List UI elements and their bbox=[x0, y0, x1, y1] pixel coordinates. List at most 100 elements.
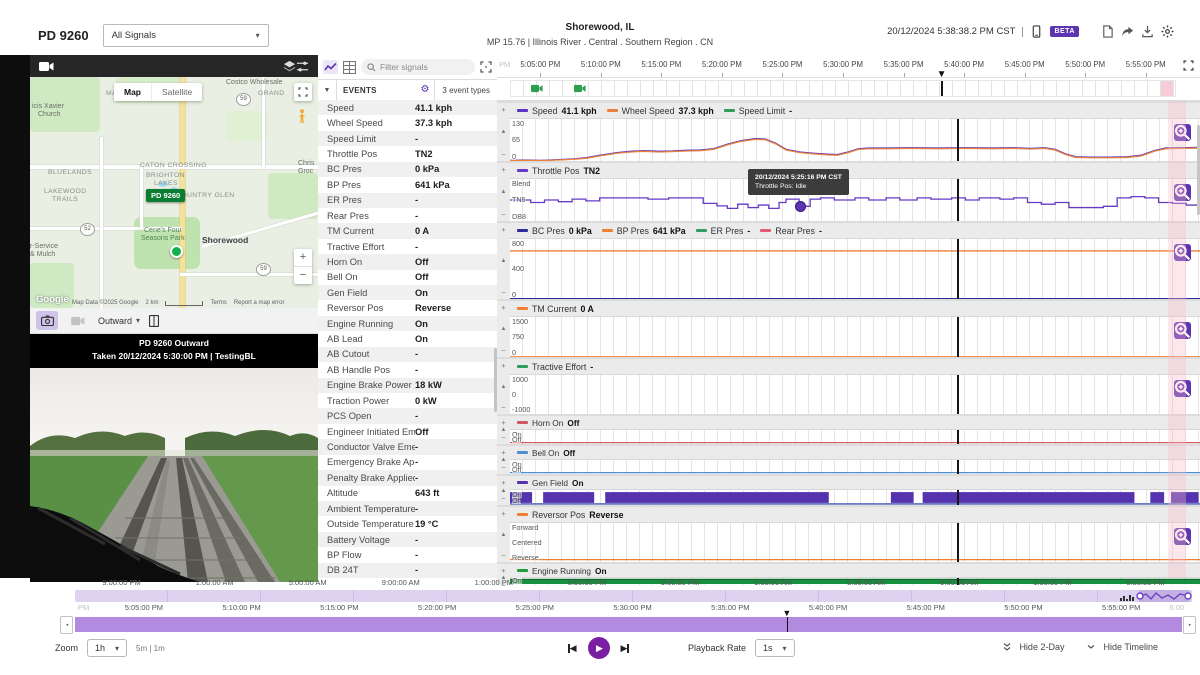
legend-entry[interactable]: Rear Pres - bbox=[760, 226, 822, 236]
hide-2day-button[interactable]: Hide 2-Day bbox=[1019, 642, 1064, 652]
chart-plot-bell[interactable]: On Off bbox=[510, 459, 1200, 474]
chart-plot-tractive-effort[interactable]: 1000 0 -1000 bbox=[510, 374, 1200, 414]
signal-row[interactable]: Engineer Initiated Em... Off bbox=[318, 424, 497, 439]
playhead-line[interactable] bbox=[957, 317, 959, 357]
signal-row[interactable]: Speed Limit - bbox=[318, 130, 497, 147]
camera-event-icon[interactable] bbox=[574, 84, 586, 93]
table-tab[interactable] bbox=[343, 60, 356, 74]
signal-row[interactable]: PCS Open - bbox=[318, 408, 497, 424]
camera-view-select[interactable]: Outward ▾ bbox=[98, 316, 140, 326]
legend-entry[interactable]: Speed 41.1 kph bbox=[517, 106, 597, 116]
expand-chart-icon[interactable]: + bbox=[501, 418, 505, 427]
playhead-line[interactable] bbox=[957, 523, 959, 562]
search-input[interactable]: Filter signals bbox=[361, 59, 475, 75]
layers-icon[interactable] bbox=[283, 60, 296, 73]
timeline-scroll-right-button[interactable]: ▶ bbox=[1183, 616, 1196, 634]
map-tab[interactable]: Map bbox=[114, 83, 151, 101]
collapse-chart-icon[interactable]: − bbox=[501, 463, 505, 472]
map-report-link[interactable]: Report a map error bbox=[234, 300, 285, 306]
playhead-line[interactable] bbox=[957, 490, 959, 505]
map-canvas[interactable]: Costco WholesaleMATTAIRGRANDicis XavierC… bbox=[30, 77, 318, 308]
device-icon[interactable] bbox=[1030, 25, 1043, 38]
one-hour-timeline[interactable]: ▼ bbox=[75, 609, 1182, 632]
report-icon[interactable] bbox=[1101, 25, 1114, 38]
signal-row[interactable]: TM Current 0 A bbox=[318, 223, 497, 239]
legend-entry[interactable]: Reversor Pos Reverse bbox=[517, 510, 624, 520]
signal-row[interactable]: DB 24T - bbox=[318, 562, 497, 579]
collapse-chart-icon[interactable]: − bbox=[501, 150, 505, 159]
time-axis[interactable]: PM 5:05:00 PM 5:10:00 PM 5:15:00 PM 5:20:00… bbox=[497, 55, 1200, 80]
timeline-scroll-left-button[interactable]: ◀ bbox=[60, 616, 73, 634]
pan-up-icon[interactable]: ▲ bbox=[501, 488, 507, 494]
expand-chart-icon[interactable]: + bbox=[501, 303, 505, 312]
collapse-chart-icon[interactable]: − bbox=[501, 346, 505, 355]
playhead-line[interactable] bbox=[957, 239, 959, 299]
chart-plot-reversor[interactable]: Forward Centered Reverse bbox=[510, 522, 1200, 562]
expand-chart-icon[interactable]: + bbox=[501, 478, 505, 487]
collapse-chart-icon[interactable]: − bbox=[501, 494, 505, 503]
legend-entry[interactable]: Speed Limit - bbox=[723, 106, 792, 116]
signal-row[interactable]: Engine Brake Power 18 kW bbox=[318, 377, 497, 394]
expand-chart-icon[interactable]: + bbox=[501, 165, 505, 174]
skip-next-button[interactable]: ▶ bbox=[621, 643, 630, 653]
signal-row[interactable]: Altitude 643 ft bbox=[318, 486, 497, 501]
signal-row[interactable]: Engine Running On bbox=[318, 315, 497, 332]
events-gear-icon[interactable]: ⚙ bbox=[420, 85, 429, 95]
signal-filter-select[interactable]: All Signals ▾ bbox=[102, 24, 269, 47]
charts-fullscreen-button[interactable] bbox=[1182, 59, 1195, 72]
playhead-line[interactable] bbox=[957, 119, 959, 161]
expand-chart-icon[interactable]: + bbox=[501, 105, 505, 114]
expand-chart-icon[interactable]: + bbox=[501, 361, 505, 370]
playhead-line[interactable] bbox=[957, 460, 959, 474]
legend-entry[interactable]: TM Current 0 A bbox=[517, 304, 594, 314]
event-strip[interactable] bbox=[497, 78, 1200, 100]
chart-zoom-icon[interactable] bbox=[1174, 124, 1191, 141]
zoom-in-button[interactable]: + bbox=[294, 249, 312, 266]
chart-zoom-icon[interactable] bbox=[1174, 322, 1191, 339]
chart-zoom-icon[interactable] bbox=[1174, 380, 1191, 397]
playhead-line[interactable] bbox=[957, 430, 959, 444]
skip-previous-button[interactable]: ◀ bbox=[568, 643, 577, 653]
chart-plot-gen-field[interactable]: On Off bbox=[510, 489, 1200, 505]
signal-row[interactable]: Traction Power 0 kW bbox=[318, 393, 497, 408]
zoom-presets[interactable]: 5m | 1m bbox=[136, 644, 165, 653]
pan-up-icon[interactable]: ▲ bbox=[501, 532, 507, 538]
expand-chart-icon[interactable]: + bbox=[501, 509, 505, 518]
chart-zoom-icon[interactable] bbox=[1174, 184, 1191, 201]
signal-row[interactable]: Outside Temperature 19 °C bbox=[318, 516, 497, 531]
signal-row[interactable]: Bell On Off bbox=[318, 270, 497, 285]
train-marker[interactable]: PD 9260 bbox=[146, 189, 186, 202]
playhead-line[interactable] bbox=[957, 375, 959, 414]
zoom-out-button[interactable]: − bbox=[294, 267, 312, 284]
signal-row[interactable]: Penalty Brake Applied - bbox=[318, 470, 497, 486]
chart-zoom-icon[interactable] bbox=[1174, 528, 1191, 545]
two-day-timeline[interactable] bbox=[75, 590, 1192, 602]
pan-up-icon[interactable]: ▲ bbox=[501, 384, 507, 390]
signal-row[interactable]: Throttle Pos TN2 bbox=[318, 146, 497, 161]
photo-camera-button[interactable] bbox=[36, 311, 58, 330]
signal-row[interactable]: AB Cutout - bbox=[318, 346, 497, 363]
signal-row[interactable]: Emergency Brake App...- bbox=[318, 455, 497, 470]
collapse-chart-icon[interactable]: − bbox=[501, 551, 505, 560]
legend-entry[interactable]: Bell On Off bbox=[517, 448, 575, 458]
signal-row[interactable]: BP Pres 641 kPa bbox=[318, 177, 497, 192]
playhead-line[interactable] bbox=[957, 578, 959, 585]
zoom-select[interactable]: 1h ▾ bbox=[87, 639, 128, 657]
filter-funnel-icon[interactable]: ▼ bbox=[318, 80, 337, 100]
expand-chart-icon[interactable]: + bbox=[501, 566, 505, 575]
signal-row[interactable]: Tractive Effort - bbox=[318, 239, 497, 254]
legend-entry[interactable]: BP Pres 641 kPa bbox=[601, 226, 686, 236]
chart-zoom-icon[interactable] bbox=[1174, 244, 1191, 261]
legend-entry[interactable]: Throttle Pos TN2 bbox=[517, 166, 600, 176]
legend-entry[interactable]: Horn On Off bbox=[517, 418, 579, 428]
pan-up-icon[interactable]: ▲ bbox=[501, 189, 507, 195]
signal-row[interactable]: BC Pres 0 kPa bbox=[318, 161, 497, 178]
expand-chart-icon[interactable]: + bbox=[501, 448, 505, 457]
map-terms-link[interactable]: Terms bbox=[210, 300, 226, 306]
collapse-chart-icon[interactable]: − bbox=[501, 210, 505, 219]
pan-up-icon[interactable]: ▲ bbox=[501, 326, 507, 332]
legend-entry[interactable]: BC Pres 0 kPa bbox=[517, 226, 592, 236]
signal-row[interactable]: Horn On Off bbox=[318, 254, 497, 270]
video-camera-button[interactable] bbox=[67, 311, 89, 330]
legend-entry[interactable]: Tractive Effort - bbox=[517, 362, 593, 372]
